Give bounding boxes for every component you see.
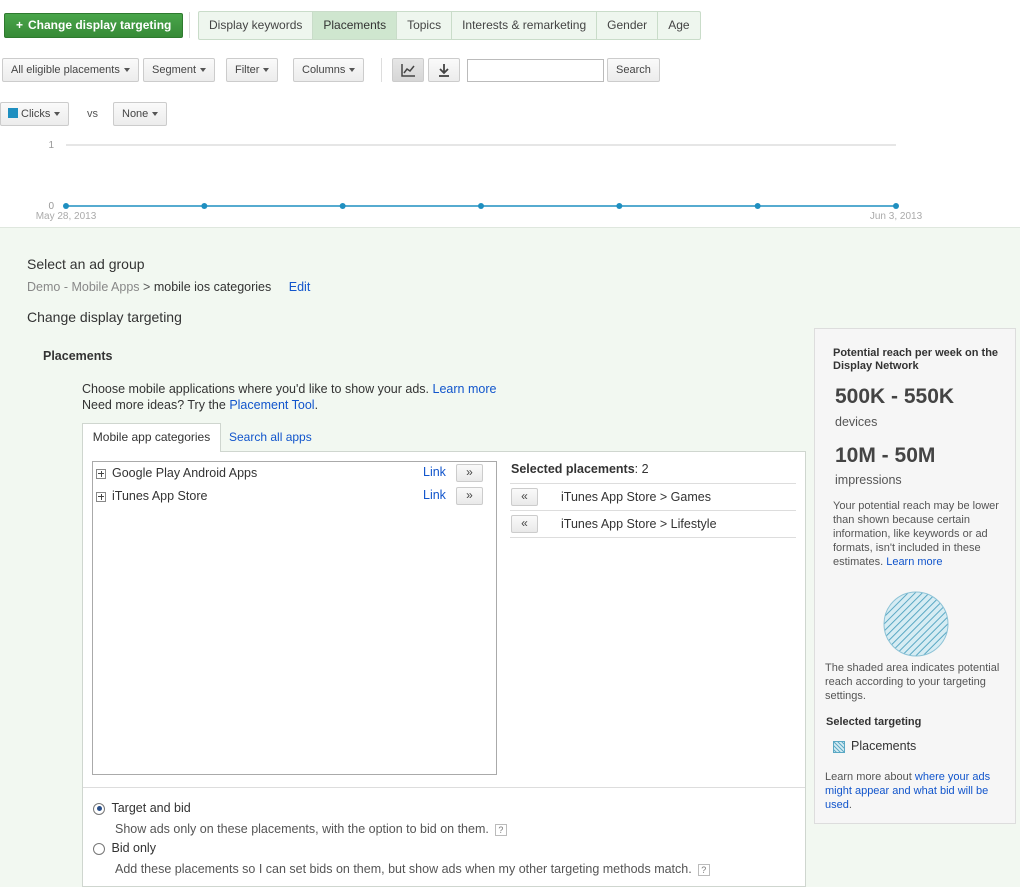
hatch-swatch-icon	[832, 740, 846, 754]
reach-circle-graphic	[883, 591, 949, 657]
tab-mobile-app-categories[interactable]: Mobile app categories	[82, 423, 221, 452]
change-display-targeting-button[interactable]: + Change display targeting	[4, 13, 184, 38]
x-tick-label: May 28, 2013	[36, 211, 97, 222]
toolbar-divider	[189, 12, 190, 38]
intro-text-2: Need more ideas? Try the	[82, 398, 226, 412]
data-point	[201, 203, 208, 209]
data-point	[63, 203, 69, 209]
breadcrumb-adgroup: mobile ios categories	[153, 280, 272, 294]
add-placement-button[interactable]: »	[456, 487, 483, 505]
tab-search-all-apps[interactable]: Search all apps	[229, 430, 312, 444]
remove-placement-button[interactable]: «	[511, 488, 538, 506]
all-eligible-placements-dropdown[interactable]: All eligible placements	[2, 58, 139, 82]
data-point	[339, 203, 346, 209]
toolbar-divider	[381, 58, 382, 82]
impressions-label: impressions	[835, 473, 902, 487]
selected-targeting-heading: Selected targeting	[826, 716, 922, 728]
bid-only-option[interactable]: Bid only	[93, 841, 156, 855]
target-and-bid-option[interactable]: Target and bid	[93, 801, 191, 815]
target-and-bid-description: Show ads only on these placements, with …	[115, 822, 507, 836]
download-icon	[439, 64, 449, 77]
targeting-tabs: Display keywords Placements Topics Inter…	[198, 11, 701, 40]
clicks-line-chart: 01May 28, 2013 Jun 3, 2013	[36, 140, 923, 222]
metric2-dropdown[interactable]: None	[113, 102, 168, 126]
intro-text: Choose mobile applications where you'd l…	[82, 382, 430, 396]
line-graph-icon	[401, 64, 415, 77]
devices-value: 500K - 550K	[835, 385, 955, 408]
breadcrumb-separator: >	[143, 280, 151, 294]
tab-topics[interactable]: Topics	[397, 12, 453, 39]
download-button[interactable]	[428, 58, 460, 82]
breadcrumb-campaign: Demo - Mobile Apps	[27, 280, 140, 294]
target-and-bid-radio[interactable]	[93, 802, 105, 815]
list-item[interactable]: iTunes App Store	[96, 489, 207, 503]
vs-label: vs	[87, 108, 98, 120]
plus-icon: +	[16, 18, 24, 32]
metric1-dropdown[interactable]: Clicks	[0, 102, 70, 126]
add-placement-button[interactable]: »	[456, 464, 483, 482]
intro-period: .	[314, 398, 319, 412]
devices-label: devices	[835, 415, 878, 429]
learn-more-link[interactable]: Learn more	[433, 382, 497, 396]
placement-tool-link[interactable]: Placement Tool	[229, 398, 314, 412]
selected-placement-label: iTunes App Store > Games	[561, 490, 711, 504]
edit-link[interactable]: Edit	[289, 280, 311, 294]
category-link[interactable]: Link	[423, 465, 446, 479]
help-icon[interactable]: ?	[697, 863, 710, 876]
expand-icon[interactable]	[96, 491, 106, 502]
series-color-swatch	[8, 108, 18, 119]
shaded-note: The shaded area indicates potential reac…	[825, 662, 1000, 702]
caret-down-icon	[263, 68, 270, 73]
placements-heading: Placements	[43, 349, 113, 363]
impressions-value: 10M - 50M	[835, 444, 936, 467]
data-point	[754, 203, 761, 209]
potential-reach-panel: Potential reach per week on the Display …	[814, 328, 1016, 824]
remove-placement-button[interactable]: «	[511, 515, 538, 533]
reach-learn-more-link[interactable]: Learn more	[886, 556, 942, 568]
caret-down-icon	[54, 112, 61, 117]
selected-placements-header: Selected placements: 2	[511, 462, 649, 476]
breadcrumb: Demo - Mobile Apps > mobile ios categori…	[27, 280, 310, 294]
reach-footer: Learn more about where your ads might ap…	[825, 771, 991, 811]
legend-item: Placements	[832, 739, 916, 754]
bid-only-description: Add these placements so I can set bids o…	[115, 862, 710, 876]
categories-list[interactable]	[92, 461, 497, 775]
search-button[interactable]: Search	[607, 58, 660, 82]
help-icon[interactable]: ?	[494, 823, 507, 836]
tab-display-keywords[interactable]: Display keywords	[199, 12, 314, 39]
caret-down-icon	[123, 68, 130, 73]
caret-down-icon	[200, 68, 207, 73]
select-ad-group-heading: Select an ad group	[27, 256, 145, 272]
columns-dropdown[interactable]: Columns	[293, 58, 365, 82]
tab-age[interactable]: Age	[658, 12, 699, 39]
tab-placements[interactable]: Placements	[313, 12, 398, 39]
search-input[interactable]	[467, 59, 604, 82]
expand-icon[interactable]	[96, 468, 106, 479]
data-point	[616, 203, 623, 209]
reach-title: Potential reach per week on the Display …	[833, 347, 999, 372]
selected-row: « iTunes App Store > Lifestyle	[510, 511, 796, 538]
filter-dropdown[interactable]: Filter	[226, 58, 279, 82]
data-point	[893, 203, 899, 209]
divider	[83, 787, 805, 788]
data-point	[478, 203, 484, 209]
caret-down-icon	[152, 112, 159, 117]
y-tick-label: 1	[48, 140, 54, 151]
selected-row: « iTunes App Store > Games	[510, 484, 796, 511]
caret-down-icon	[349, 68, 356, 73]
category-link[interactable]: Link	[423, 488, 446, 502]
segment-dropdown[interactable]: Segment	[143, 58, 216, 82]
bid-only-radio[interactable]	[93, 842, 105, 855]
change-display-targeting-heading: Change display targeting	[27, 309, 182, 325]
toggle-graph-button[interactable]	[392, 58, 424, 82]
selected-placement-label: iTunes App Store > Lifestyle	[561, 517, 717, 531]
placements-intro: Choose mobile applications where you'd l…	[82, 381, 496, 413]
tab-interests-remarketing[interactable]: Interests & remarketing	[452, 12, 598, 39]
list-item[interactable]: Google Play Android Apps	[96, 466, 257, 480]
tab-gender[interactable]: Gender	[597, 12, 659, 39]
x-tick-label: Jun 3, 2013	[870, 211, 923, 222]
reach-note: Your potential reach may be lower than s…	[833, 500, 999, 568]
